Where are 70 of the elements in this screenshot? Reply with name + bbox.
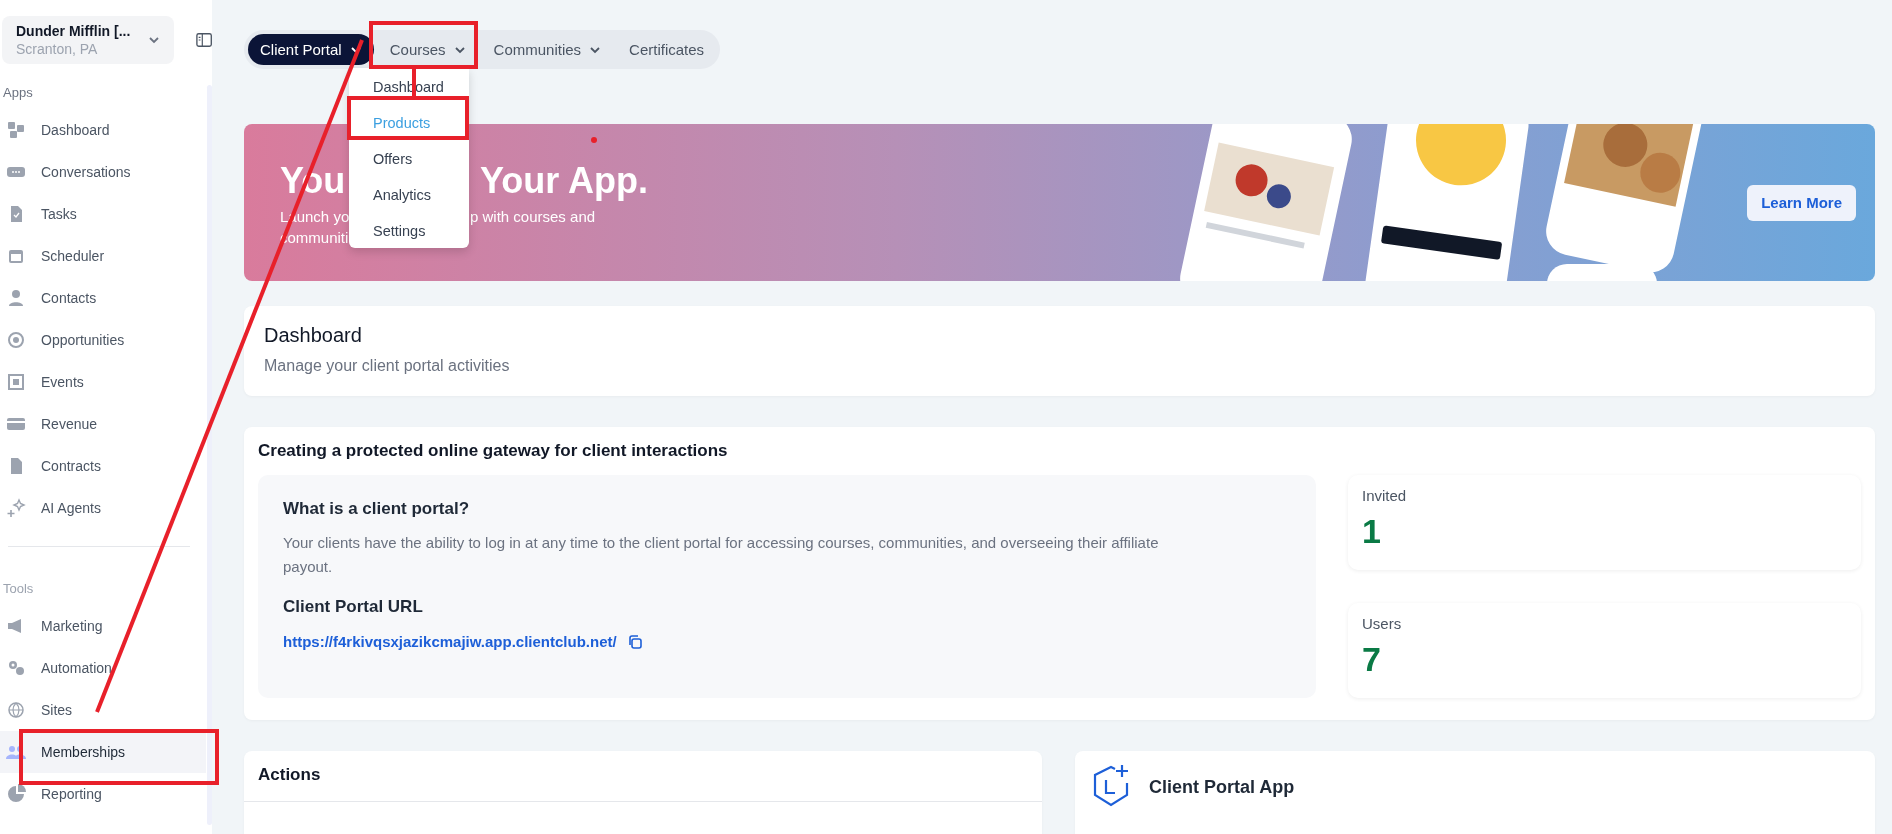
sidebar-item[interactable]: Contracts bbox=[0, 445, 206, 487]
card-title: Dashboard bbox=[264, 324, 363, 347]
card-title: Creating a protected online gateway for client interactions bbox=[258, 441, 729, 461]
annotation-dot bbox=[591, 137, 597, 143]
sidebar-item-label: Revenue bbox=[41, 416, 98, 432]
chevron-down-icon bbox=[147, 34, 160, 46]
sidebar-item[interactable]: Conversations bbox=[0, 151, 206, 193]
sidebar-item-label: Automation bbox=[41, 660, 112, 676]
stat-label: Users bbox=[1362, 615, 1403, 632]
sidebar-item[interactable]: Tasks bbox=[0, 193, 206, 235]
menu-item[interactable]: Analytics bbox=[349, 176, 469, 212]
sidebar-item[interactable]: Marketing bbox=[0, 605, 206, 647]
frame-icon bbox=[6, 372, 26, 392]
banner-title: Your App. bbox=[480, 159, 648, 202]
sidebar-toggle-icon[interactable] bbox=[195, 32, 212, 48]
sidebar-item[interactable]: Revenue bbox=[0, 403, 206, 445]
sidebar-item[interactable]: Scheduler bbox=[0, 235, 206, 277]
workspace-location: Scranton, PA bbox=[16, 41, 99, 57]
workspace-switcher[interactable]: Dunder Mifflin [... Scranton, PA bbox=[2, 16, 174, 64]
stat-label: Invited bbox=[1362, 487, 1408, 504]
nav-tab[interactable]: Certificates bbox=[617, 34, 717, 65]
sidebar-item[interactable]: Automation bbox=[0, 647, 206, 689]
stat-value: 7 bbox=[1362, 640, 1382, 679]
sidebar-item-label: Contacts bbox=[41, 290, 97, 306]
section-label: Apps bbox=[2, 84, 34, 102]
sidebar-item[interactable]: Dashboard bbox=[0, 109, 206, 151]
pie-chart-icon bbox=[6, 784, 26, 804]
sidebar-item-label: Conversations bbox=[41, 164, 131, 180]
workspace-name: Dunder Mifflin [... bbox=[16, 23, 131, 39]
sidebar-item-label: Opportunities bbox=[41, 332, 125, 348]
sidebar-item-label: Events bbox=[41, 374, 84, 390]
sidebar-item-label: Dashboard bbox=[41, 122, 110, 138]
sidebar-item[interactable]: AI Agents bbox=[0, 487, 206, 529]
sidebar-item-label: Reporting bbox=[41, 786, 102, 802]
menu-item[interactable]: Settings bbox=[349, 212, 469, 248]
sidebar-item-label: Tasks bbox=[41, 206, 77, 222]
portal-url-link[interactable]: https://f4rkivqsxjazikcmajiw.app.clientclub.net/ bbox=[283, 633, 617, 650]
info-heading: What is a client portal? bbox=[283, 499, 471, 519]
sidebar-item-label: AI Agents bbox=[41, 500, 101, 516]
sidebar-item-label: Scheduler bbox=[41, 248, 105, 264]
nav-tab[interactable]: Courses bbox=[377, 34, 478, 65]
sidebar-item[interactable]: Sites bbox=[0, 689, 206, 731]
sidebar-item-label: Memberships bbox=[41, 744, 126, 760]
learn-more-button[interactable]: Learn More bbox=[1747, 184, 1856, 221]
sparkle-icon bbox=[6, 498, 26, 518]
globe-icon bbox=[6, 700, 26, 720]
grid-icon bbox=[6, 120, 26, 140]
hexagon-plus-icon bbox=[1091, 763, 1131, 807]
nav-tab[interactable]: Communities bbox=[481, 34, 614, 65]
sidebar-item[interactable]: Memberships bbox=[0, 731, 206, 773]
info-text: Your clients have the ability to log in at any time to the client portal for accessing courses, communities, and overseeing their affiliate payout. bbox=[283, 533, 1160, 577]
stat-value: 1 bbox=[1362, 512, 1382, 551]
info-heading: Client Portal URL bbox=[283, 597, 424, 617]
person-icon bbox=[6, 288, 26, 308]
card-title: Client Portal App bbox=[1149, 777, 1295, 798]
menu-item[interactable]: Offers bbox=[349, 140, 469, 176]
gear-icon bbox=[6, 658, 26, 678]
copy-icon[interactable] bbox=[626, 633, 643, 650]
sidebar-item-label: Contracts bbox=[41, 458, 101, 474]
banner-subtitle: p with courses and bbox=[470, 207, 596, 225]
sidebar-item[interactable]: Reporting bbox=[0, 773, 206, 815]
sidebar-item-label: Sites bbox=[41, 702, 73, 718]
card-title: Actions bbox=[257, 764, 322, 786]
sidebar-item[interactable]: Contacts bbox=[0, 277, 206, 319]
sidebar-item[interactable]: Events bbox=[0, 361, 206, 403]
sidebar-item[interactable]: Opportunities bbox=[0, 319, 206, 361]
card-subtitle: Manage your client portal activities bbox=[264, 357, 511, 375]
sidebar-item-label: Marketing bbox=[41, 618, 103, 634]
section-label: Tools bbox=[2, 580, 35, 598]
target-icon bbox=[6, 330, 26, 350]
